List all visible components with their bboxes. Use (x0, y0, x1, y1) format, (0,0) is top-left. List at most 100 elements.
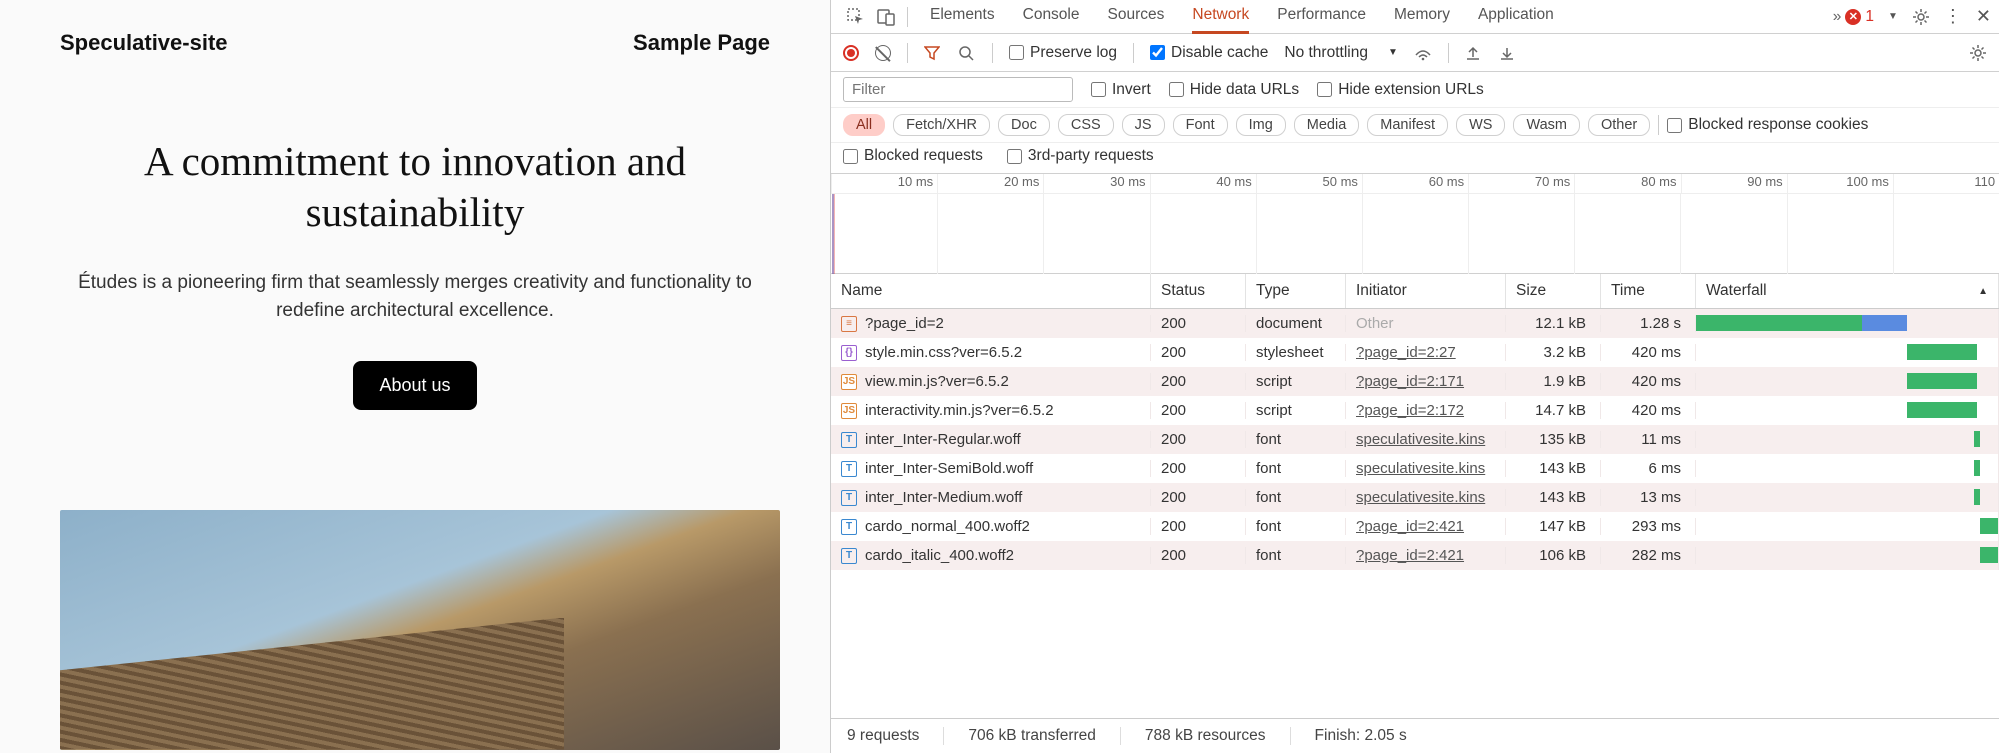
col-status[interactable]: Status (1151, 274, 1246, 308)
request-status: 200 (1151, 373, 1246, 390)
dropdown-icon[interactable]: ▼ (1888, 11, 1898, 22)
invert-checkbox[interactable]: Invert (1091, 81, 1151, 99)
filter-icon[interactable] (924, 45, 942, 61)
error-badge[interactable]: ✕ 1 (1845, 8, 1874, 26)
request-initiator[interactable]: Other (1346, 315, 1506, 332)
request-name: inter_Inter-Regular.woff (865, 431, 1021, 448)
type-filter-img[interactable]: Img (1236, 114, 1286, 136)
clear-button[interactable] (875, 45, 891, 61)
table-row[interactable]: Tinter_Inter-Medium.woff200fontspeculati… (831, 483, 1999, 512)
request-initiator[interactable]: ?page_id=2:27 (1346, 344, 1506, 361)
table-row[interactable]: JSview.min.js?ver=6.5.2200script?page_id… (831, 367, 1999, 396)
table-row[interactable]: Tinter_Inter-SemiBold.woff200fontspecula… (831, 454, 1999, 483)
inspect-element-icon[interactable] (847, 8, 865, 26)
hide-extension-urls-checkbox[interactable]: Hide extension URLs (1317, 81, 1484, 99)
request-size: 1.9 kB (1506, 373, 1601, 390)
upload-har-icon[interactable] (1465, 45, 1483, 61)
type-filter-wasm[interactable]: Wasm (1513, 114, 1580, 136)
blocked-cookies-checkbox[interactable]: Blocked response cookies (1667, 116, 1868, 134)
type-filter-media[interactable]: Media (1294, 114, 1360, 136)
download-har-icon[interactable] (1499, 45, 1517, 61)
tab-performance[interactable]: Performance (1277, 0, 1366, 34)
tab-memory[interactable]: Memory (1394, 0, 1450, 34)
preserve-log-checkbox[interactable]: Preserve log (1009, 44, 1117, 62)
settings-icon[interactable] (1912, 8, 1930, 26)
waterfall-bar (1696, 396, 1999, 425)
table-row[interactable]: ≡?page_id=2200documentOther12.1 kB1.28 s (831, 309, 1999, 338)
request-time: 13 ms (1601, 489, 1696, 506)
request-initiator[interactable]: ?page_id=2:172 (1346, 402, 1506, 419)
tab-application[interactable]: Application (1478, 0, 1554, 34)
request-time: 6 ms (1601, 460, 1696, 477)
third-party-checkbox[interactable]: 3rd-party requests (1007, 147, 1154, 165)
hide-data-urls-checkbox[interactable]: Hide data URLs (1169, 81, 1299, 99)
request-name: interactivity.min.js?ver=6.5.2 (865, 402, 1054, 419)
waterfall-bar (1696, 512, 1999, 541)
timeline-tick: 20 ms (937, 174, 1043, 193)
col-type[interactable]: Type (1246, 274, 1346, 308)
request-status: 200 (1151, 547, 1246, 564)
col-waterfall[interactable]: Waterfall▲ (1696, 274, 1999, 308)
table-row[interactable]: JSinteractivity.min.js?ver=6.5.2200scrip… (831, 396, 1999, 425)
type-filter-manifest[interactable]: Manifest (1367, 114, 1448, 136)
type-filter-font[interactable]: Font (1173, 114, 1228, 136)
device-toolbar-icon[interactable] (877, 8, 895, 26)
type-filter-doc[interactable]: Doc (998, 114, 1050, 136)
site-title[interactable]: Speculative-site (60, 30, 228, 56)
site-preview: Speculative-site Sample Page A commitmen… (0, 0, 830, 753)
nav-sample-page[interactable]: Sample Page (633, 30, 770, 56)
kebab-menu-icon[interactable]: ⋮ (1944, 12, 1962, 21)
network-settings-icon[interactable] (1969, 44, 1987, 62)
type-filter-all[interactable]: All (843, 114, 885, 136)
table-row[interactable]: Tcardo_italic_400.woff2200font?page_id=2… (831, 541, 1999, 570)
timeline-overview[interactable]: 10 ms20 ms30 ms40 ms50 ms60 ms70 ms80 ms… (831, 174, 1999, 274)
request-time: 420 ms (1601, 344, 1696, 361)
col-name[interactable]: Name (831, 274, 1151, 308)
font-file-icon: T (841, 490, 857, 506)
type-filter-js[interactable]: JS (1122, 114, 1165, 136)
hero-subtitle: Études is a pioneering firm that seamles… (75, 269, 755, 326)
table-row[interactable]: Tcardo_normal_400.woff2200font?page_id=2… (831, 512, 1999, 541)
request-initiator[interactable]: speculativesite.kins (1346, 431, 1506, 448)
tab-console[interactable]: Console (1023, 0, 1080, 34)
throttling-select[interactable]: No throttling▼ (1284, 44, 1397, 62)
tab-network[interactable]: Network (1192, 0, 1249, 34)
close-icon[interactable]: ✕ (1976, 6, 1991, 27)
col-initiator[interactable]: Initiator (1346, 274, 1506, 308)
request-size: 143 kB (1506, 460, 1601, 477)
record-button[interactable] (843, 45, 859, 61)
request-time: 293 ms (1601, 518, 1696, 535)
network-conditions-icon[interactable] (1414, 45, 1432, 61)
search-icon[interactable] (958, 45, 976, 61)
request-type: font (1246, 489, 1346, 506)
filter-input[interactable] (843, 77, 1073, 102)
request-initiator[interactable]: ?page_id=2:421 (1346, 547, 1506, 564)
request-initiator[interactable]: ?page_id=2:421 (1346, 518, 1506, 535)
more-tabs-icon[interactable]: » (1833, 8, 1842, 26)
request-time: 282 ms (1601, 547, 1696, 564)
timeline-tick: 110 (1893, 174, 1999, 193)
col-time[interactable]: Time (1601, 274, 1696, 308)
request-initiator[interactable]: speculativesite.kins (1346, 489, 1506, 506)
js-file-icon: JS (841, 374, 857, 390)
about-us-button[interactable]: About us (353, 361, 476, 410)
disable-cache-checkbox[interactable]: Disable cache (1150, 44, 1268, 62)
tab-sources[interactable]: Sources (1108, 0, 1165, 34)
table-row[interactable]: Tinter_Inter-Regular.woff200fontspeculat… (831, 425, 1999, 454)
type-filter-css[interactable]: CSS (1058, 114, 1114, 136)
request-type: font (1246, 547, 1346, 564)
col-size[interactable]: Size (1506, 274, 1601, 308)
error-icon: ✕ (1845, 9, 1861, 25)
request-size: 3.2 kB (1506, 344, 1601, 361)
type-filter-ws[interactable]: WS (1456, 114, 1505, 136)
table-row[interactable]: {}style.min.css?ver=6.5.2200stylesheet?p… (831, 338, 1999, 367)
request-initiator[interactable]: speculativesite.kins (1346, 460, 1506, 477)
request-size: 147 kB (1506, 518, 1601, 535)
type-filter-other[interactable]: Other (1588, 114, 1650, 136)
type-filter-fetchxhr[interactable]: Fetch/XHR (893, 114, 990, 136)
request-type: font (1246, 431, 1346, 448)
blocked-requests-checkbox[interactable]: Blocked requests (843, 147, 983, 165)
tab-elements[interactable]: Elements (930, 0, 995, 34)
devtools-panel: Elements Console Sources Network Performance… (830, 0, 1999, 753)
request-initiator[interactable]: ?page_id=2:171 (1346, 373, 1506, 390)
